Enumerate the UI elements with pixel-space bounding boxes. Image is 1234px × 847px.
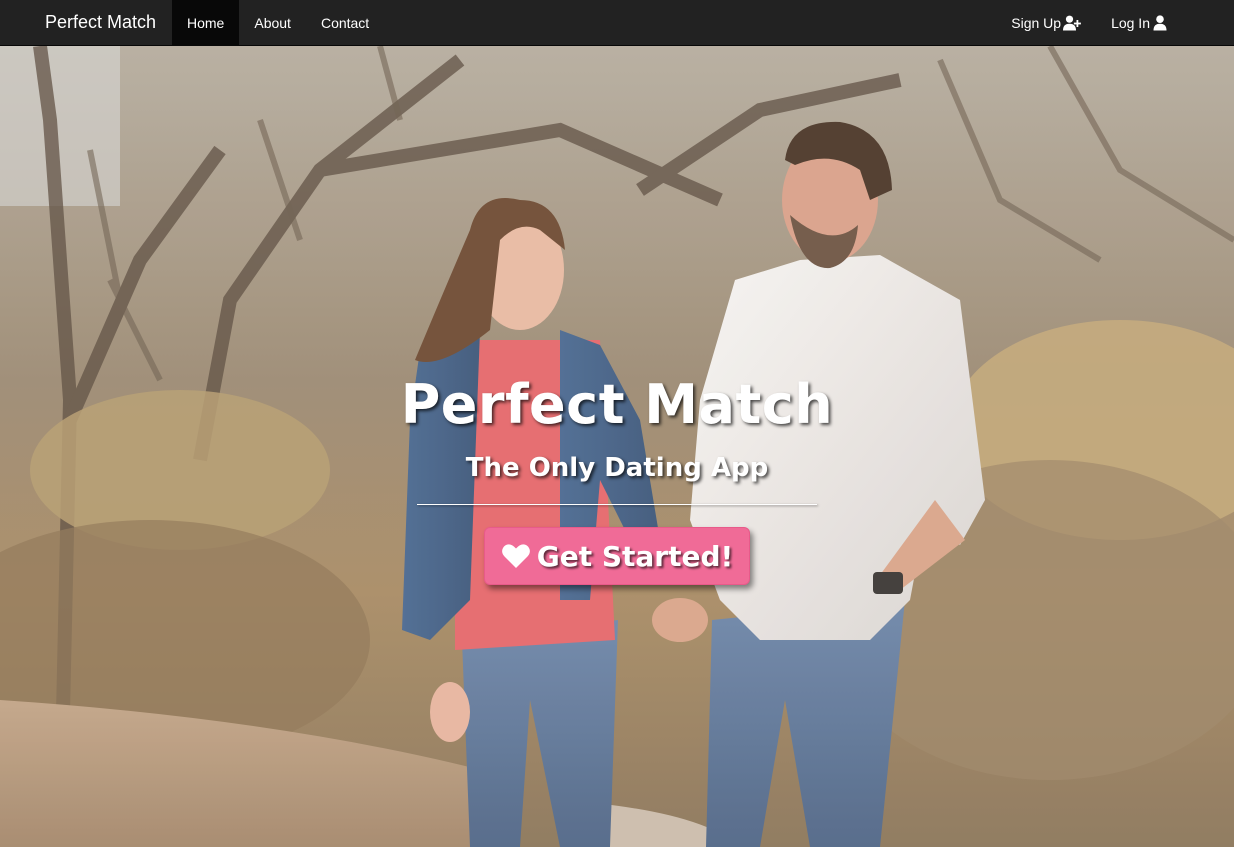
nav-auth-links: Sign Up Log In: [996, 0, 1234, 45]
navbar-brand[interactable]: Perfect Match: [0, 0, 172, 45]
nav-links: Home About Contact: [172, 0, 384, 45]
get-started-button[interactable]: Get Started!: [483, 527, 751, 585]
hero-section: Perfect Match The Only Dating App Get St…: [0, 370, 1234, 585]
sign-up-label: Sign Up: [1011, 14, 1062, 31]
hero-subtitle: The Only Dating App: [465, 453, 769, 483]
log-in-label: Log In: [1111, 14, 1150, 31]
nav-item-about[interactable]: About: [239, 0, 306, 45]
get-started-label: Get Started!: [536, 539, 734, 573]
sign-up-link[interactable]: Sign Up: [996, 0, 1096, 45]
hero-divider: [417, 504, 817, 505]
nav-item-home[interactable]: Home: [172, 0, 240, 45]
user-plus-icon: [1063, 15, 1081, 30]
heart-icon: [501, 544, 530, 568]
nav-item-contact[interactable]: Contact: [306, 0, 384, 45]
landing-page: Perfect Match Home About Contact Sign Up…: [0, 0, 1234, 847]
log-in-link[interactable]: Log In: [1096, 0, 1185, 45]
top-navbar: Perfect Match Home About Contact Sign Up…: [0, 0, 1234, 46]
user-icon: [1153, 14, 1167, 30]
hero-title: Perfect Match: [400, 373, 834, 436]
